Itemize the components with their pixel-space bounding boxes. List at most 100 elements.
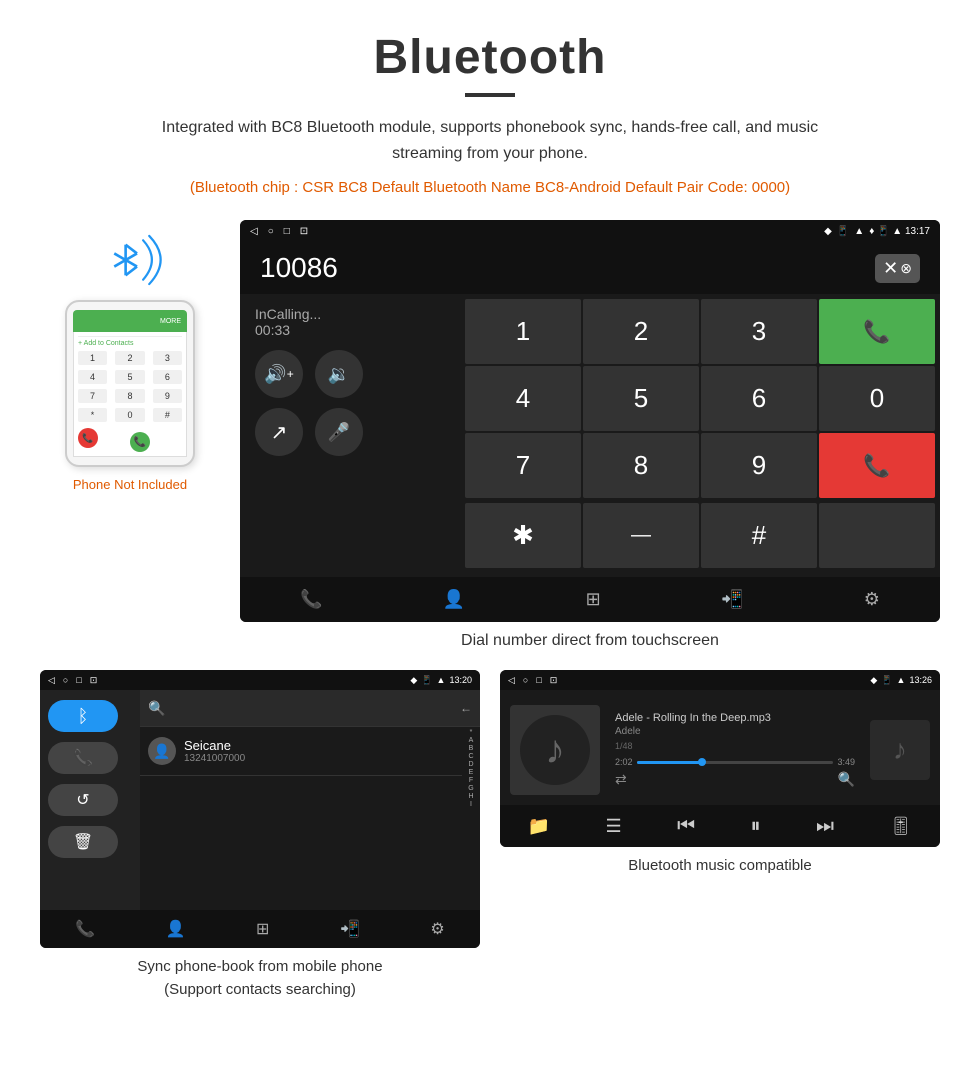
- key-7[interactable]: 7: [465, 433, 581, 498]
- pb-alpha-f[interactable]: F: [469, 777, 473, 784]
- dialer-section: ◁ ○ □ ⊡ ◆ 📱 ▲ ♦ 📱 ▲ 13:17 10086: [240, 220, 940, 650]
- music-signal-icon: 📱: [881, 675, 892, 686]
- phonebook-main: 🔍 ← 👤 Seicane: [140, 690, 480, 910]
- music-statusbar-right: ◆ 📱 ▲ 13:26: [870, 675, 932, 686]
- pb-alpha-g[interactable]: G: [468, 785, 473, 792]
- music-time-total: 3:49: [837, 757, 855, 767]
- music-progress-bar[interactable]: [637, 761, 834, 764]
- mic-button[interactable]: 🎤: [315, 408, 363, 456]
- key-zero-alt[interactable]: —: [583, 503, 699, 568]
- pb-alpha-b[interactable]: B: [469, 745, 474, 752]
- pb-contact-row[interactable]: 👤 Seicane 13241007000: [140, 727, 462, 776]
- nav-call-icon[interactable]: 📞: [300, 589, 322, 610]
- pb-phone-icon: 📱: [421, 675, 432, 686]
- key-call-red[interactable]: 📞: [819, 433, 935, 498]
- pb-time: 13:20: [449, 675, 472, 686]
- nav-settings-icon[interactable]: ⚙: [864, 589, 880, 610]
- key-call-green[interactable]: 📞: [819, 299, 935, 364]
- pb-alpha-h[interactable]: H: [468, 793, 473, 800]
- statusbar-right: ◆ 📱 ▲ ♦ 📱 ▲ 13:17: [824, 226, 930, 237]
- bluetooth-signal-graphic: [95, 230, 165, 290]
- music-info: Adele - Rolling In the Deep.mp3 Adele 1/…: [615, 712, 855, 788]
- pb-nav-log[interactable]: 📲: [340, 919, 360, 939]
- dialer-main: InCalling... 00:33 🔊+ 🔉 ↗ 🎤: [240, 294, 940, 503]
- music-wifi-icon: ▲: [897, 675, 906, 686]
- music-artist: Adele: [615, 726, 855, 737]
- music-location-icon: ◆: [870, 675, 877, 686]
- pb-location-icon: ◆: [410, 675, 417, 686]
- music-progress-dot: [698, 758, 706, 766]
- key-9[interactable]: 9: [701, 433, 817, 498]
- pb-sync-icon[interactable]: ↺: [48, 784, 118, 816]
- header-description: Integrated with BC8 Bluetooth module, su…: [140, 115, 840, 166]
- pb-alpha-d[interactable]: D: [468, 761, 473, 768]
- pb-statusbar-left: ◁ ○ □ ⊡: [48, 675, 97, 686]
- key-4[interactable]: 4: [465, 366, 581, 431]
- music-album-art: ♪: [510, 705, 600, 795]
- recent-icon: □: [284, 226, 290, 237]
- pb-alpha-e[interactable]: E: [469, 769, 474, 776]
- key-1[interactable]: 1: [465, 299, 581, 364]
- music-prev-icon[interactable]: ⏮: [677, 815, 695, 838]
- phonebook-body: ᛒ 📞 ↺ 🗑 🔍 ←: [40, 690, 480, 910]
- pb-nav-contacts[interactable]: 👤: [166, 919, 186, 939]
- pb-back-arrow[interactable]: ←: [460, 701, 472, 715]
- volume-up-button[interactable]: 🔊+: [255, 350, 303, 398]
- pb-delete-icon[interactable]: 🗑: [48, 826, 118, 858]
- music-recent-icon: □: [536, 675, 541, 686]
- key-0[interactable]: 0: [819, 366, 935, 431]
- music-list-icon[interactable]: ☰: [606, 816, 622, 837]
- pb-bluetooth-icon[interactable]: ᛒ: [48, 700, 118, 732]
- header: Bluetooth Integrated with BC8 Bluetooth …: [40, 30, 940, 200]
- transfer-button[interactable]: ↗: [255, 408, 303, 456]
- pb-nav-settings[interactable]: ⚙: [430, 919, 444, 939]
- pb-alpha-c[interactable]: C: [468, 753, 473, 760]
- delete-button[interactable]: ✕ ⊗: [875, 254, 920, 283]
- pb-home-icon: ○: [63, 675, 68, 686]
- music-next-icon[interactable]: ⏭: [816, 815, 834, 838]
- key-8[interactable]: 8: [583, 433, 699, 498]
- nav-dialpad-icon[interactable]: ⊞: [586, 589, 601, 610]
- volume-controls: 🔊+ 🔉: [255, 350, 445, 398]
- music-track-name: Adele - Rolling In the Deep.mp3: [615, 712, 855, 724]
- pb-alpha-a[interactable]: A: [469, 737, 474, 744]
- pb-alpha-i[interactable]: I: [470, 801, 472, 808]
- volume-down-button[interactable]: 🔉: [315, 350, 363, 398]
- pb-search-input[interactable]: [171, 696, 454, 720]
- pb-wifi-icon: ▲: [437, 675, 446, 686]
- dialer-statusbar: ◁ ○ □ ⊡ ◆ 📱 ▲ ♦ 📱 ▲ 13:17: [240, 220, 940, 242]
- pb-contact-area: 👤 Seicane 13241007000 * A: [140, 727, 480, 910]
- extra-controls: ↗ 🎤: [255, 408, 445, 456]
- music-equalizer-icon[interactable]: 🎚: [889, 816, 912, 837]
- key-star[interactable]: ✱: [465, 503, 581, 568]
- music-folder-icon[interactable]: 📁: [528, 816, 550, 837]
- phone-illustration: MORE + Add to Contacts 1 2 3 4 5 6: [40, 230, 220, 492]
- wifi-icon: ▲: [854, 226, 864, 237]
- music-time: 13:26: [909, 675, 932, 686]
- music-track-count: 1/48: [615, 741, 855, 751]
- music-play-pause-icon[interactable]: ⏸: [751, 815, 761, 838]
- key-6[interactable]: 6: [701, 366, 817, 431]
- music-home-icon: ○: [523, 675, 528, 686]
- nav-contacts-icon[interactable]: 👤: [443, 589, 465, 610]
- key-2[interactable]: 2: [583, 299, 699, 364]
- keypad-grid: 1 2 3 📞 4 5 6 0 7 8 9 📞: [460, 294, 940, 503]
- pb-alpha-star[interactable]: *: [470, 729, 473, 736]
- nav-call-log-icon[interactable]: 📲: [721, 589, 743, 610]
- pb-nav-dialpad[interactable]: ⊞: [256, 919, 269, 939]
- music-notif-icon: ⊡: [550, 675, 558, 686]
- pb-call-icon[interactable]: 📞: [48, 742, 118, 774]
- phonebook-statusbar: ◁ ○ □ ⊡ ◆ 📱 ▲ 13:20: [40, 670, 480, 690]
- key-hash[interactable]: #: [701, 503, 817, 568]
- key-5[interactable]: 5: [583, 366, 699, 431]
- pb-contact-list: 👤 Seicane 13241007000: [140, 727, 462, 910]
- dialer-controls: 🔊+ 🔉 ↗ 🎤: [255, 350, 445, 456]
- music-search-icon[interactable]: 🔍: [838, 771, 855, 788]
- music-bottom-nav: 📁 ☰ ⏮ ⏸ ⏭ 🎚: [500, 805, 940, 847]
- pb-nav-call[interactable]: 📞: [75, 919, 95, 939]
- page-container: Bluetooth Integrated with BC8 Bluetooth …: [0, 0, 980, 1041]
- music-shuffle-icon[interactable]: ⇄: [615, 771, 627, 788]
- phonebook-bottom-nav: 📞 👤 ⊞ 📲 ⚙: [40, 910, 480, 948]
- key-3[interactable]: 3: [701, 299, 817, 364]
- call-duration: 00:33: [255, 322, 445, 338]
